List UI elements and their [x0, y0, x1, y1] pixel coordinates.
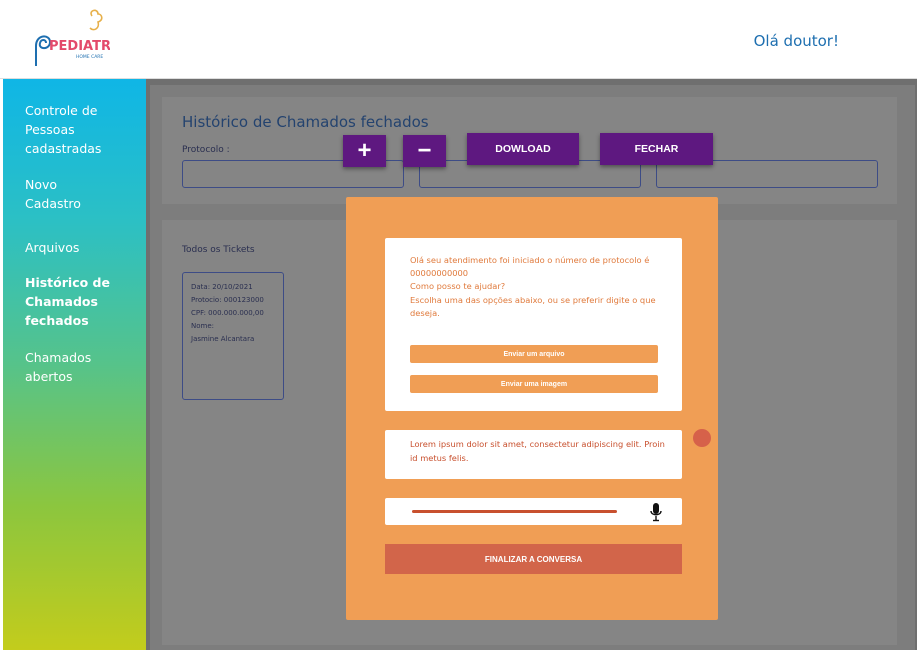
zoom-out-button[interactable]: −	[403, 135, 446, 167]
sidebar-item-controle-pessoas[interactable]: Controle de Pessoas cadastradas	[25, 101, 140, 158]
message-status-dot	[693, 429, 711, 447]
pediatric-logo[interactable]: PEDIATRIC HOME CARE	[28, 6, 125, 70]
sidebar: Controle de Pessoas cadastradas Novo Cad…	[3, 79, 146, 650]
bot-message-text: Olá seu atendimento foi iniciado o númer…	[410, 255, 656, 318]
ticket-protocol: Protocio: 000123000	[191, 296, 264, 304]
download-button[interactable]: DOWLOAD	[467, 133, 579, 165]
sidebar-item-chamados-abertos[interactable]: Chamados abertos	[25, 348, 115, 386]
close-button[interactable]: FECHAR	[600, 133, 713, 165]
protocol-label: Protocolo :	[182, 145, 230, 155]
bot-message-box: Olá seu atendimento foi iniciado o númer…	[385, 238, 682, 411]
app-header: PEDIATRIC HOME CARE Olá doutor!	[0, 0, 917, 79]
user-message-box: Lorem ipsum dolor sit amet, consectetur …	[385, 430, 682, 479]
ticket-cpf: CPF: 000.000.000,00	[191, 309, 264, 317]
finish-conversation-button[interactable]: FINALIZAR A CONVERSA	[385, 544, 682, 574]
user-message-text: Lorem ipsum dolor sit amet, consectetur …	[410, 439, 665, 463]
ticket-card[interactable]: Data: 20/10/2021 Protocio: 000123000 CPF…	[182, 272, 284, 400]
send-image-button[interactable]: Enviar uma imagem	[410, 375, 658, 393]
audio-input[interactable]	[385, 498, 682, 525]
svg-text:HOME CARE: HOME CARE	[76, 54, 103, 60]
zoom-in-button[interactable]: +	[343, 135, 386, 167]
send-file-button[interactable]: Enviar um arquivo	[410, 345, 658, 363]
sidebar-item-historico[interactable]: Histórico de Chamados fechados	[25, 273, 125, 330]
page-title: Histórico de Chamados fechados	[182, 113, 429, 131]
microphone-icon[interactable]	[649, 502, 663, 522]
audio-waveform-bar	[412, 510, 617, 513]
ticket-name-label: Nome:	[191, 322, 215, 330]
tickets-section-label: Todos os Tickets	[182, 245, 255, 255]
sidebar-item-novo-cadastro[interactable]: Novo Cadastro	[25, 175, 105, 213]
greeting-text: Olá doutor!	[753, 32, 839, 50]
sidebar-item-arquivos[interactable]: Arquivos	[25, 238, 140, 257]
ticket-date: Data: 20/10/2021	[191, 283, 253, 291]
ticket-name: Jasmine Alcantara	[191, 335, 255, 343]
logo-icon: PEDIATRIC HOME CARE	[35, 9, 125, 66]
chat-modal: Olá seu atendimento foi iniciado o númer…	[346, 197, 718, 620]
svg-text:PEDIATRIC: PEDIATRIC	[49, 39, 110, 54]
